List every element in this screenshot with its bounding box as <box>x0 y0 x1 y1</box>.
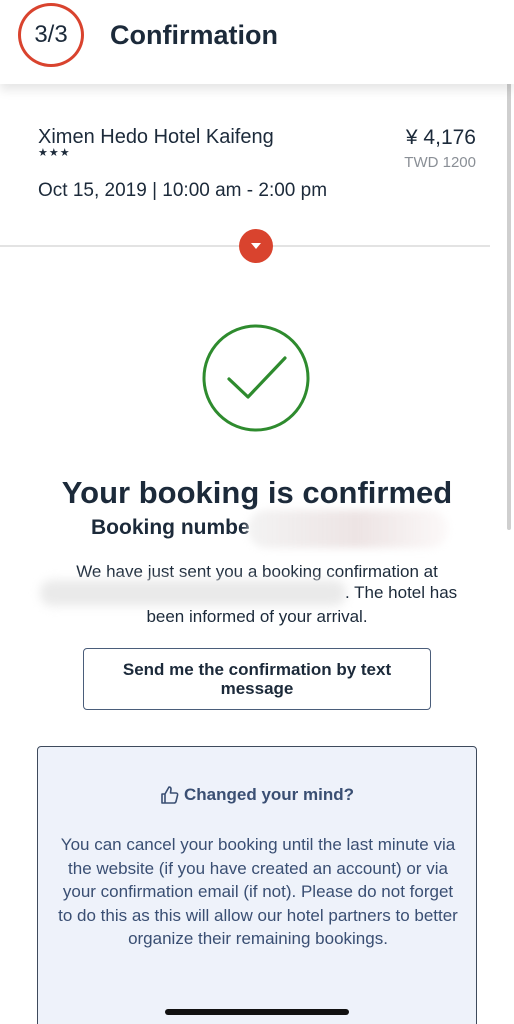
header-bar: 3/3 Confirmation <box>0 0 514 84</box>
changed-mind-title: Changed your mind? <box>184 785 354 804</box>
success-check-icon <box>202 324 310 432</box>
booking-number: Booking numbe <box>91 516 250 539</box>
redacted-email <box>40 580 346 606</box>
sent-text-line3: been informed of your arrival. <box>146 607 368 626</box>
price: ¥ 4,176 <box>405 126 476 149</box>
expand-details-button[interactable] <box>239 229 273 263</box>
confirmation-title: Your booking is confirmed <box>61 475 453 510</box>
thumbs-up-icon <box>161 786 179 804</box>
step-indicator: 3/3 <box>18 3 84 67</box>
scrollbar[interactable] <box>507 40 511 530</box>
page-title: Confirmation <box>110 20 278 50</box>
chevron-down-icon <box>251 243 261 249</box>
send-sms-confirmation-button[interactable]: Send me the confirmation by text message <box>83 648 431 710</box>
redacted-booking-number <box>248 510 448 548</box>
changed-mind-panel: Changed your mind? You can cancel your b… <box>37 746 477 1024</box>
changed-mind-body: You can cancel your booking until the la… <box>58 835 458 948</box>
star-rating: ★★★ <box>38 147 71 159</box>
home-indicator[interactable] <box>165 1009 349 1015</box>
hotel-name: Ximen Hedo Hotel Kaifeng <box>38 126 274 148</box>
price-secondary: TWD 1200 <box>404 154 476 171</box>
changed-mind-heading: Changed your mind? <box>38 785 476 805</box>
booking-date-time: Oct 15, 2019 | 10:00 am - 2:00 pm <box>38 180 328 201</box>
sent-text-line2: . The hotel has <box>345 583 458 602</box>
